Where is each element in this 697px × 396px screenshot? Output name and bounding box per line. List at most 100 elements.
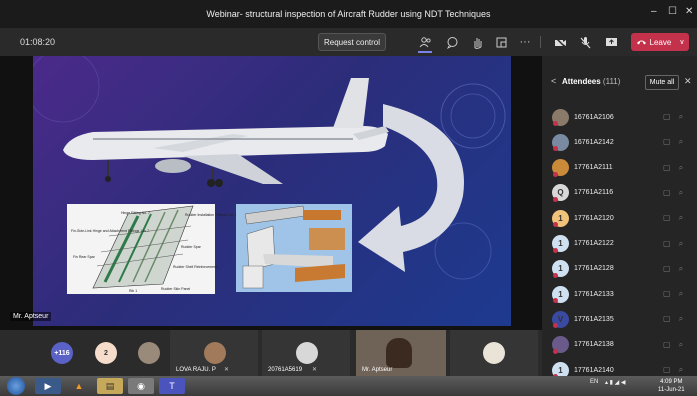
request-control-button[interactable]: Request control <box>318 33 386 51</box>
mic-muted-icon: ✕ <box>224 367 230 373</box>
slide-artwork: Hinge Fitting No. 7 Rudder Installation … <box>33 56 506 294</box>
attendee-status-icons: ▢ ⌕ <box>663 187 687 197</box>
attendee-status-icons: ▢ ⌕ <box>663 112 687 121</box>
attendee-row[interactable]: 1 17761A2128 ▢ ⌕ <box>542 258 697 280</box>
more-options-icon[interactable]: ··· <box>518 35 532 49</box>
attendee-row[interactable]: Q 17761A2116 ▢ ⌕ <box>542 182 697 204</box>
attendee-status-icons: ▢ ⌕ <box>663 339 687 349</box>
participant-avatar <box>296 342 318 364</box>
mute-all-button[interactable]: Mute all <box>645 75 679 90</box>
presence-dot <box>553 121 558 126</box>
shared-content-stage: Hinge Fitting No. 7 Rudder Installation … <box>0 56 542 330</box>
toolbar-divider <box>540 36 541 48</box>
start-button[interactable] <box>7 377 25 395</box>
teams-icon[interactable]: T <box>159 378 185 394</box>
windows-taskbar: ▶ ▲ ▤ ◉ T EN ▴ ▮ ◢ ◀ 4:09 PM 11-Jun-21 <box>0 376 697 396</box>
diagram-label: Fin Rear Spar <box>73 255 96 259</box>
chat-icon[interactable] <box>445 35 459 49</box>
attendee-name: 17761A2133 <box>574 290 614 298</box>
attendee-name: 17761A2135 <box>574 315 614 323</box>
video-tile[interactable]: LOVA RAJU. P ✕ <box>170 330 258 376</box>
rudder-parts-diagram <box>236 204 352 292</box>
panel-close-icon[interactable]: ✕ <box>684 76 692 87</box>
attendee-name: 17761A2116 <box>574 189 614 197</box>
participant-avatar <box>204 342 226 364</box>
window-title: Webinar- structural inspection of Aircra… <box>206 9 491 19</box>
diagram-label: Rudder Installation Fittings 1 to 7 <box>185 213 236 217</box>
window-titlebar: Webinar- structural inspection of Aircra… <box>0 0 697 28</box>
attendee-row[interactable]: 17761A2138 ▢ ⌕ <box>542 334 697 356</box>
attendee-status-icons: ▢ ⌕ <box>663 213 687 223</box>
diagram-label: Rib 1 <box>129 289 137 293</box>
diagram-label: Rudder Spar <box>181 245 202 249</box>
video-tile[interactable]: 20761A5619 ✕ <box>262 330 350 376</box>
raise-hand-icon[interactable] <box>470 35 484 49</box>
meeting-timer: 01:08:20 <box>20 37 56 47</box>
leave-button[interactable]: Leave ∨ <box>631 33 689 51</box>
diagram-label: Rudder Skin Panel <box>161 287 190 291</box>
video-tile[interactable] <box>450 330 538 376</box>
mic-muted-icon[interactable] <box>578 35 592 49</box>
phone-hangup-icon <box>636 40 646 45</box>
video-tile-live[interactable]: Mr. Aptseur <box>356 330 446 376</box>
tray-icons[interactable]: ▴ ▮ ◢ ◀ <box>605 379 626 386</box>
attendee-status-icons: ▢ ⌕ <box>663 263 687 273</box>
leave-options-chevron[interactable]: ∨ <box>679 38 684 46</box>
tray-language[interactable]: EN <box>590 379 598 385</box>
attendee-name: 17761A2138 <box>574 341 614 349</box>
media-player-icon[interactable]: ▶ <box>35 378 61 394</box>
attendees-title: Attendees (111) <box>562 77 620 86</box>
presence-dot <box>553 196 558 202</box>
attendee-status-icons: ▢ ⌕ <box>663 238 687 248</box>
attendee-name: 16761A2106 <box>574 113 614 121</box>
clock-date: 11-Jun-21 <box>658 387 685 393</box>
maximize-button[interactable]: ☐ <box>668 6 677 17</box>
presence-dot <box>553 247 558 253</box>
participant-count-badge[interactable]: 2 <box>95 342 117 364</box>
share-screen-icon[interactable] <box>604 35 618 49</box>
mic-muted-icon: ✕ <box>312 367 318 373</box>
presenter-video <box>386 338 412 368</box>
participant-avatar <box>483 342 505 364</box>
attendee-row[interactable]: 1 17761A2120 ▢ ⌕ <box>542 207 697 229</box>
more-participants-badge[interactable]: +116 <box>51 342 73 364</box>
attendee-row[interactable]: 1 17761A2133 ▢ ⌕ <box>542 283 697 305</box>
presence-dot <box>553 348 558 354</box>
attendee-name: 17761A2120 <box>574 214 614 222</box>
participants-icon[interactable] <box>418 35 432 49</box>
attendee-status-icons: ▢ ⌕ <box>663 162 687 172</box>
attendee-row[interactable]: 1 17761A2122 ▢ ⌕ <box>542 233 697 255</box>
airplane-image <box>63 78 389 187</box>
video-tile-name: 20761A5619 <box>268 367 303 373</box>
vlc-icon[interactable]: ▲ <box>66 378 92 394</box>
attendee-name: 17761A2122 <box>574 240 614 247</box>
attendees-panel-header: < Attendees (111) Mute all ✕ <box>542 72 697 92</box>
attendee-name: 17761A2128 <box>574 265 614 273</box>
presence-dot <box>553 171 558 177</box>
panel-back-icon[interactable]: < <box>551 76 556 86</box>
diagram-label: Rudder Shell Reinforcement <box>173 265 217 269</box>
clock-time: 4:09 PM <box>660 379 683 385</box>
presenter-name-label: Mr. Aptseur <box>10 312 52 321</box>
close-button[interactable]: ✕ <box>685 6 693 17</box>
attendee-row[interactable]: 16761A2106 ▢ ⌕ <box>542 106 697 128</box>
participant-avatar[interactable] <box>138 342 160 364</box>
video-tile-name: Mr. Aptseur <box>362 367 393 373</box>
rooms-icon[interactable] <box>494 35 508 49</box>
meeting-toolbar: 01:08:20 Request control ··· Leave ∨ <box>0 28 697 56</box>
attendee-row[interactable]: V 17761A2135 ▢ ⌕ <box>542 308 697 330</box>
minimize-button[interactable]: – <box>651 6 657 17</box>
attendee-row[interactable]: 16761A2142 ▢ ⌕ <box>542 131 697 153</box>
attendee-row[interactable]: 17761A2111 ▢ ⌕ <box>542 157 697 179</box>
camera-off-icon[interactable] <box>553 35 567 49</box>
chrome-icon[interactable]: ◉ <box>128 378 154 394</box>
attendee-name: 17761A2111 <box>574 164 613 172</box>
attendee-name: 17761A2140 <box>574 366 614 374</box>
rudder-structure-diagram: Hinge Fitting No. 7 Rudder Installation … <box>67 204 236 294</box>
video-tiles-strip: +116 2 LOVA RAJU. P ✕ 20761A5619 ✕ Mr. A… <box>0 330 542 376</box>
presentation-slide: Hinge Fitting No. 7 Rudder Installation … <box>33 56 511 326</box>
attendee-status-icons: ▢ ⌕ <box>663 289 687 299</box>
attendees-count: (111) <box>602 77 621 86</box>
file-explorer-icon[interactable]: ▤ <box>97 378 123 394</box>
taskbar-clock[interactable]: 4:09 PM 11-Jun-21 <box>658 378 685 394</box>
